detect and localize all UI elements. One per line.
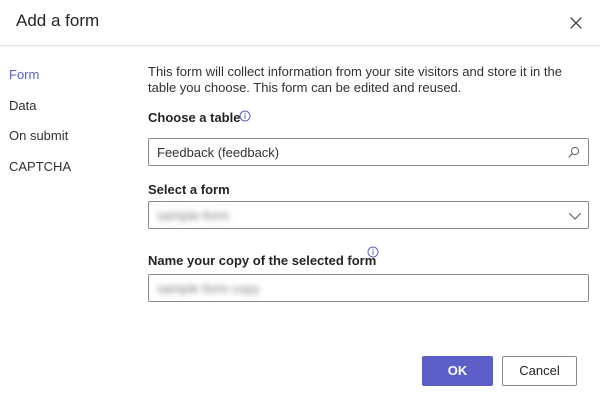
close-button[interactable] bbox=[566, 13, 586, 33]
choose-table-label: Choose a table bbox=[148, 110, 241, 125]
copy-name-value: sample form copy bbox=[157, 281, 260, 296]
cancel-button[interactable]: Cancel bbox=[502, 356, 577, 386]
dialog-header: Add a form bbox=[0, 0, 600, 46]
chevron-down-icon bbox=[568, 212, 582, 220]
side-nav: Form Data On submit CAPTCHA bbox=[0, 60, 130, 182]
nav-item-captcha[interactable]: CAPTCHA bbox=[0, 152, 130, 183]
info-icon[interactable] bbox=[367, 246, 379, 258]
info-icon[interactable] bbox=[239, 110, 251, 122]
form-description: This form will collect information from … bbox=[148, 64, 562, 95]
copy-name-label: Name your copy of the selected form bbox=[148, 253, 377, 268]
select-form-dropdown[interactable]: sample-form bbox=[148, 201, 589, 229]
copy-name-input[interactable]: sample form copy bbox=[148, 274, 589, 302]
select-form-value: sample-form bbox=[157, 208, 230, 223]
nav-item-data[interactable]: Data bbox=[0, 91, 130, 122]
ok-button[interactable]: OK bbox=[422, 356, 493, 386]
close-icon bbox=[570, 17, 582, 29]
select-form-label: Select a form bbox=[148, 182, 230, 197]
table-search-value: Feedback (feedback) bbox=[157, 145, 280, 160]
table-search-input[interactable]: Feedback (feedback) bbox=[148, 138, 589, 166]
nav-item-form[interactable]: Form bbox=[0, 60, 130, 91]
search-icon[interactable] bbox=[568, 146, 580, 158]
dialog-title: Add a form bbox=[16, 11, 100, 30]
add-form-dialog: Add a form Form Data On submit CAPTCHA T… bbox=[0, 0, 600, 395]
nav-item-on-submit[interactable]: On submit bbox=[0, 121, 130, 152]
